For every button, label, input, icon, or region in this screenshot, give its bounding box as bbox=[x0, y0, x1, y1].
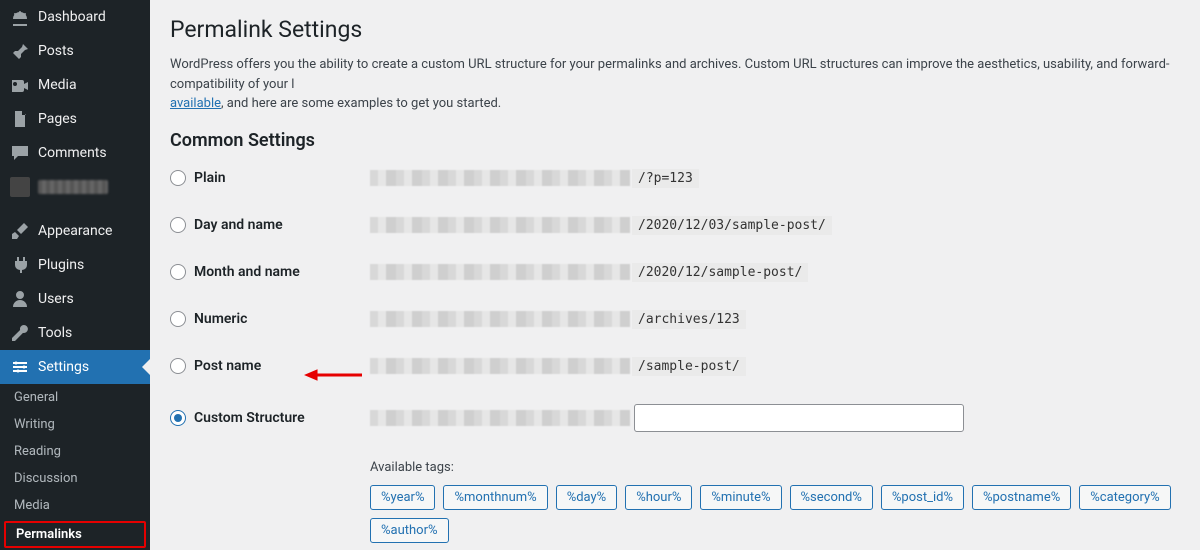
sample-url: /?p=123 bbox=[370, 169, 699, 188]
permalink-option-row: Post name/sample-post/ bbox=[170, 357, 1180, 376]
sidebar-item-pages[interactable]: Pages bbox=[0, 102, 150, 136]
sample-url: /2020/12/sample-post/ bbox=[370, 263, 808, 282]
permalink-option-row: Month and name/2020/12/sample-post/ bbox=[170, 263, 1180, 282]
sample-path: /2020/12/sample-post/ bbox=[632, 263, 808, 282]
redacted-username bbox=[38, 180, 108, 194]
desc-text: WordPress offers you the ability to crea… bbox=[170, 57, 1170, 92]
tag-button[interactable]: %author% bbox=[370, 518, 449, 543]
sample-path: /archives/123 bbox=[632, 310, 746, 329]
admin-sidebar: Dashboard Posts Media Pages Comments App… bbox=[0, 0, 150, 550]
submenu-general[interactable]: General bbox=[0, 384, 150, 411]
sidebar-item-plugins[interactable]: Plugins bbox=[0, 248, 150, 282]
plug-icon bbox=[10, 255, 30, 275]
redacted-domain bbox=[370, 410, 630, 426]
tag-button[interactable]: %postname% bbox=[972, 485, 1071, 510]
brush-icon bbox=[10, 221, 30, 241]
radio-label: Numeric bbox=[194, 311, 247, 327]
desc-text-after: , and here are some examples to get you … bbox=[221, 96, 501, 111]
sidebar-item-label: Users bbox=[38, 291, 74, 307]
tag-button[interactable]: %second% bbox=[790, 485, 873, 510]
user-icon bbox=[10, 289, 30, 309]
main-content: Permalink Settings WordPress offers you … bbox=[150, 0, 1200, 550]
sample-url: /2020/12/03/sample-post/ bbox=[370, 216, 832, 235]
desc-link[interactable]: available bbox=[170, 96, 221, 111]
sidebar-item-label: Pages bbox=[38, 111, 77, 127]
permalink-option-row: Custom Structure bbox=[170, 404, 1180, 432]
sidebar-item-label: Comments bbox=[38, 145, 107, 161]
submenu-writing[interactable]: Writing bbox=[0, 411, 150, 438]
sidebar-item-label: Dashboard bbox=[38, 9, 106, 25]
sidebar-item-label: Appearance bbox=[38, 223, 112, 239]
page-icon bbox=[10, 109, 30, 129]
sidebar-item-label: Tools bbox=[38, 325, 72, 341]
common-settings-heading: Common Settings bbox=[170, 130, 1180, 151]
sidebar-item-users[interactable]: Users bbox=[0, 282, 150, 316]
radio-label: Post name bbox=[194, 358, 261, 374]
redacted-domain bbox=[370, 264, 630, 280]
radio-label: Day and name bbox=[194, 217, 283, 233]
radio-month-and-name[interactable] bbox=[170, 264, 186, 280]
comment-icon bbox=[10, 143, 30, 163]
sidebar-item-comments[interactable]: Comments bbox=[0, 136, 150, 170]
permalink-option-row: Numeric/archives/123 bbox=[170, 310, 1180, 329]
page-title: Permalink Settings bbox=[170, 16, 1180, 43]
settings-icon bbox=[10, 357, 30, 377]
custom-structure-input[interactable] bbox=[634, 404, 964, 432]
sidebar-item-posts[interactable]: Posts bbox=[0, 34, 150, 68]
avatar bbox=[10, 177, 30, 197]
radio-label: Month and name bbox=[194, 264, 300, 280]
submenu-discussion[interactable]: Discussion bbox=[0, 465, 150, 492]
permalink-option-row: Plain /?p=123 bbox=[170, 169, 1180, 188]
sidebar-user-row[interactable] bbox=[0, 170, 150, 204]
radio-day-and-name[interactable] bbox=[170, 217, 186, 233]
sidebar-item-tools[interactable]: Tools bbox=[0, 316, 150, 350]
tag-button[interactable]: %minute% bbox=[700, 485, 781, 510]
settings-submenu: General Writing Reading Discussion Media… bbox=[0, 384, 150, 550]
submenu-media[interactable]: Media bbox=[0, 492, 150, 519]
radio-numeric[interactable] bbox=[170, 311, 186, 327]
tag-button[interactable]: %category% bbox=[1079, 485, 1170, 510]
radio-plain[interactable] bbox=[170, 170, 186, 186]
redacted-domain bbox=[370, 311, 630, 327]
sample-path: /sample-post/ bbox=[632, 357, 746, 376]
radio-post-name[interactable] bbox=[170, 358, 186, 374]
radio-custom-structure[interactable] bbox=[170, 410, 186, 426]
radio-label: Plain bbox=[194, 170, 226, 186]
dashboard-icon bbox=[10, 7, 30, 27]
sample-url: /sample-post/ bbox=[370, 357, 746, 376]
available-tags: %year% %monthnum% %day% %hour% %minute% %seco… bbox=[370, 485, 1180, 543]
pin-icon bbox=[10, 41, 30, 61]
redacted-domain bbox=[370, 358, 630, 374]
sidebar-item-label: Posts bbox=[38, 43, 74, 59]
tag-button[interactable]: %year% bbox=[370, 485, 435, 510]
sidebar-item-label: Settings bbox=[38, 359, 89, 375]
sample-path: /?p=123 bbox=[632, 169, 699, 188]
permalink-option-row: Day and name/2020/12/03/sample-post/ bbox=[170, 216, 1180, 235]
sample-url: /archives/123 bbox=[370, 310, 746, 329]
tag-button[interactable]: %monthnum% bbox=[443, 485, 547, 510]
page-description: WordPress offers you the ability to crea… bbox=[170, 55, 1180, 114]
redacted-domain bbox=[370, 217, 630, 233]
available-tags-label: Available tags: bbox=[370, 460, 1180, 475]
tag-button[interactable]: %hour% bbox=[625, 485, 692, 510]
redacted-domain bbox=[370, 170, 630, 186]
sidebar-item-label: Plugins bbox=[38, 257, 84, 273]
radio-label: Custom Structure bbox=[194, 410, 305, 426]
submenu-permalinks[interactable]: Permalinks bbox=[4, 521, 146, 548]
tag-button[interactable]: %day% bbox=[556, 485, 618, 510]
sample-url bbox=[370, 404, 964, 432]
sidebar-item-dashboard[interactable]: Dashboard bbox=[0, 0, 150, 34]
sample-path: /2020/12/03/sample-post/ bbox=[632, 216, 832, 235]
media-icon bbox=[10, 75, 30, 95]
wrench-icon bbox=[10, 323, 30, 343]
sidebar-item-label: Media bbox=[38, 77, 77, 93]
tag-button[interactable]: %post_id% bbox=[881, 485, 964, 510]
sidebar-item-settings[interactable]: Settings bbox=[0, 350, 150, 384]
sidebar-item-media[interactable]: Media bbox=[0, 68, 150, 102]
submenu-reading[interactable]: Reading bbox=[0, 438, 150, 465]
sidebar-item-appearance[interactable]: Appearance bbox=[0, 214, 150, 248]
